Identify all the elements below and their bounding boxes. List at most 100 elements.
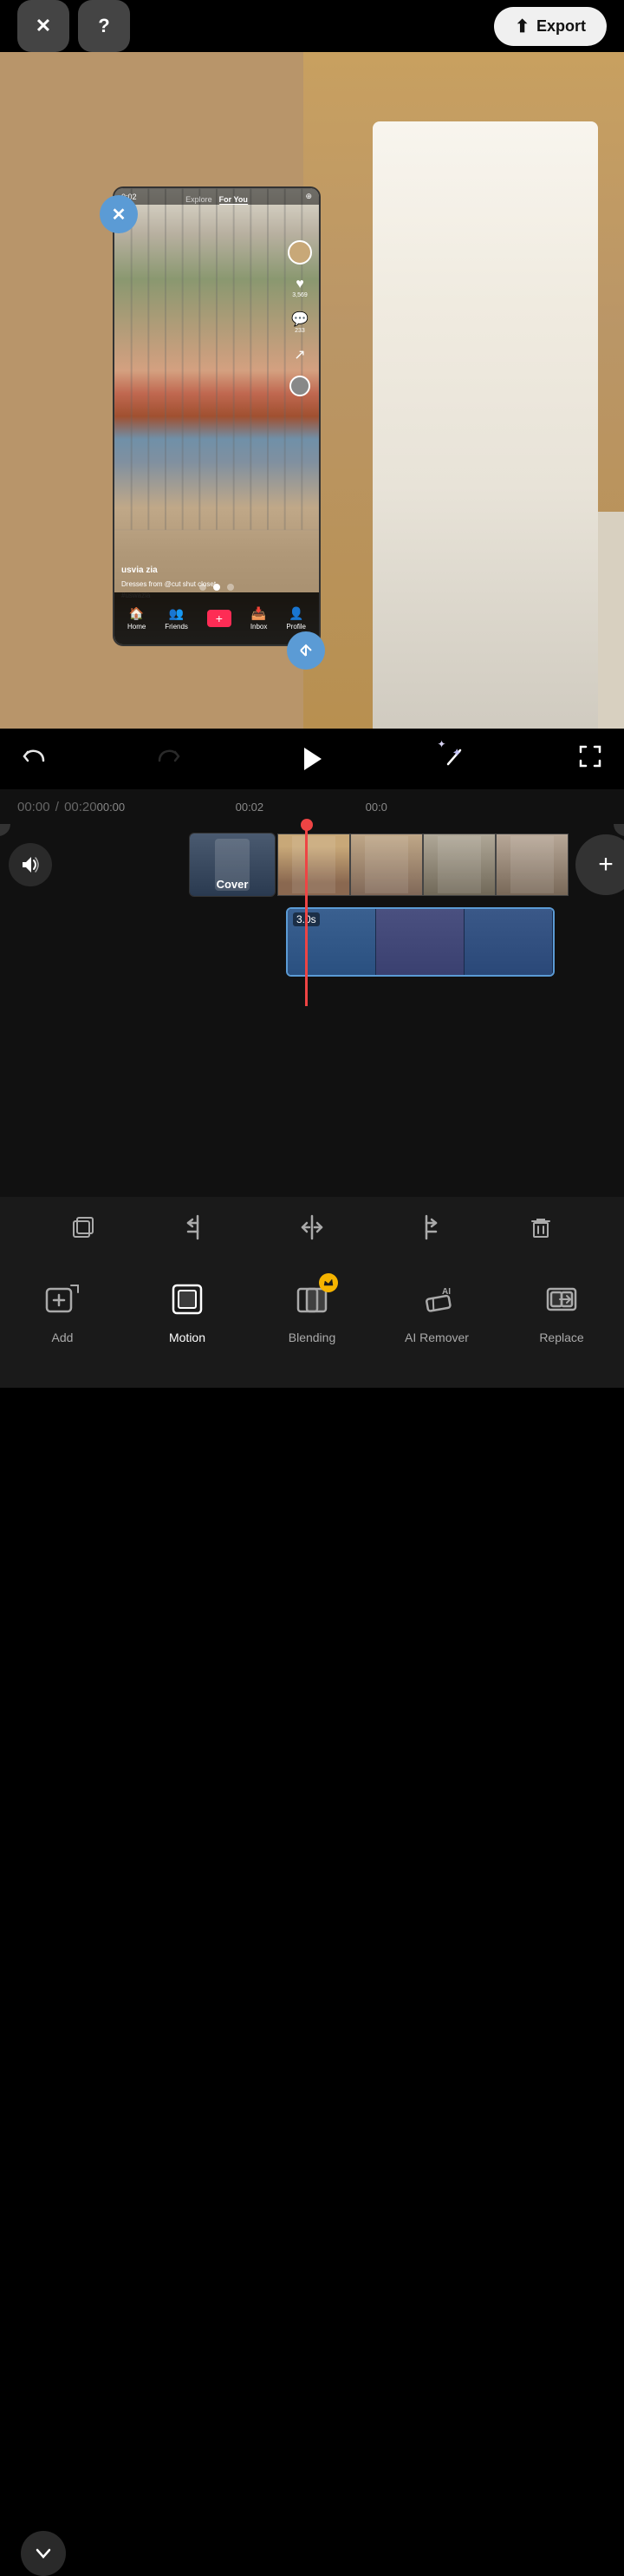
- ruler-mark-1: 00:02: [236, 801, 264, 814]
- timeline-ruler: 00:00 00:02 00:0: [97, 789, 624, 824]
- add-clip-button[interactable]: +: [575, 834, 624, 895]
- close-button[interactable]: ✕: [17, 0, 69, 52]
- ai-remover-nav-icon: AI: [413, 1275, 461, 1324]
- tiktok-top-bar: 0:02 Explore For You ⊕: [114, 188, 319, 205]
- woman-figure: [373, 121, 598, 729]
- fullscreen-button[interactable]: [577, 743, 603, 775]
- clip-person-3: [424, 834, 495, 895]
- redo-button[interactable]: [156, 743, 182, 775]
- tiktok-progress: [114, 584, 319, 591]
- top-left-buttons: ✕ ?: [17, 0, 130, 52]
- collapse-button[interactable]: [21, 2531, 66, 2576]
- ai-remover-nav-label: AI Remover: [405, 1330, 469, 1344]
- total-time: 00:20: [64, 800, 97, 814]
- timeline-header: 00:00 / 00:20 00:00 00:02 00:0: [0, 789, 624, 824]
- add-nav-label: Add: [52, 1330, 74, 1344]
- tiktok-right-actions: ♥ 3,569 💬 233 ↗: [288, 240, 312, 396]
- tiktok-avatar: [288, 240, 312, 265]
- nav-item-motion[interactable]: Motion: [125, 1270, 250, 1344]
- sub-clips: [288, 909, 553, 975]
- export-label: Export: [536, 17, 586, 36]
- empty-area: [0, 997, 624, 1197]
- blending-badge: [319, 1273, 338, 1292]
- tiktok-dot-3: [227, 584, 234, 591]
- resize-handle[interactable]: [287, 631, 325, 670]
- nav-item-ai-remover[interactable]: AI AI Remover: [374, 1270, 499, 1344]
- copy-button[interactable]: [61, 1205, 106, 1250]
- playhead: [305, 824, 308, 1006]
- tiktok-bottom-nav: 🏠 Home 👥 Friends + 📥 Inbox 👤 Profile: [114, 592, 319, 644]
- tiktok-nav-inbox: 📥 Inbox: [250, 606, 268, 631]
- time-separator: /: [55, 800, 59, 814]
- room-background: [303, 52, 624, 729]
- tiktok-share: ↗: [294, 346, 305, 363]
- tiktok-profile-icon: 👤: [289, 606, 303, 621]
- sub-clip-2: [376, 909, 465, 975]
- ruler-mark-2: 00:0: [366, 801, 387, 814]
- blending-nav-label: Blending: [289, 1330, 336, 1344]
- export-button[interactable]: ⬆ Export: [494, 7, 607, 46]
- split-right-button[interactable]: [404, 1205, 449, 1250]
- volume-button[interactable]: [9, 843, 52, 886]
- tiktok-friends-icon: 👥: [169, 606, 184, 621]
- undo-button[interactable]: [21, 743, 47, 775]
- tiktok-comment: 💬 233: [291, 311, 309, 334]
- clip-person-2: [351, 834, 422, 895]
- clips-strip: +: [277, 833, 624, 897]
- tiktok-inbox-icon: 📥: [251, 606, 266, 621]
- tiktok-nav-friends: 👥 Friends: [165, 606, 188, 631]
- tiktok-nav-home: 🏠 Home: [127, 606, 146, 631]
- tiktok-for-you: For You: [219, 195, 248, 205]
- clip-thumb-2[interactable]: [350, 834, 423, 896]
- overlay-close-button[interactable]: ✕: [100, 195, 138, 233]
- replace-nav-label: Replace: [539, 1330, 583, 1344]
- split-left-button[interactable]: [175, 1205, 220, 1250]
- edit-toolbar: [0, 1197, 624, 1258]
- sub-clip-3: [465, 909, 553, 975]
- current-time: 00:00: [17, 800, 50, 814]
- blending-nav-icon: [288, 1275, 336, 1324]
- tiktok-dot-2: [213, 584, 220, 591]
- tiktok-explore: Explore: [185, 195, 212, 205]
- top-bar: ✕ ? ⬆ Export: [0, 0, 624, 52]
- tiktok-add-button[interactable]: +: [207, 610, 231, 627]
- add-clip-icon: +: [598, 850, 614, 879]
- magic-button[interactable]: [443, 743, 469, 775]
- playback-controls: [0, 729, 624, 789]
- add-nav-icon: [38, 1275, 87, 1324]
- cover-clip[interactable]: Cover: [189, 833, 276, 897]
- cover-label: Cover: [217, 878, 249, 891]
- help-button[interactable]: ?: [78, 0, 130, 52]
- clip-thumb-3[interactable]: [423, 834, 496, 896]
- preview-area: 0:02 Explore For You ⊕ ♥ 3,569 💬 233: [0, 52, 624, 729]
- svg-text:AI: AI: [442, 1287, 451, 1297]
- ruler-mark-0: 00:00: [97, 801, 126, 814]
- time-display: 00:00 / 00:20: [17, 800, 97, 814]
- play-button[interactable]: [290, 737, 334, 781]
- tiktok-username: usvia zia: [121, 566, 158, 575]
- nav-item-replace[interactable]: Replace: [499, 1270, 624, 1344]
- nav-item-blending[interactable]: Blending: [250, 1270, 374, 1344]
- motion-nav-label: Motion: [169, 1330, 205, 1344]
- sub-track[interactable]: 3.0s: [286, 907, 555, 977]
- clip-thumb-1[interactable]: [277, 834, 350, 896]
- clip-person-4: [497, 834, 568, 895]
- tiktok-search-bar: Explore For You: [185, 195, 248, 205]
- clip-thumb-4[interactable]: [496, 834, 569, 896]
- tiktok-nav-profile: 👤 Profile: [286, 606, 306, 631]
- track-area: Cover +: [0, 824, 624, 997]
- tiktok-vinyl: [289, 376, 310, 396]
- tiktok-inner: 0:02 Explore For You ⊕ ♥ 3,569 💬 233: [114, 188, 319, 644]
- bottom-nav: Add Motion Blending: [0, 1258, 624, 1388]
- split-button[interactable]: [289, 1205, 335, 1250]
- clip-person-1: [278, 834, 349, 895]
- motion-nav-icon: [163, 1275, 211, 1324]
- tiktok-home-icon: 🏠: [129, 606, 144, 621]
- sub-track-arrow-left[interactable]: ‹: [0, 824, 10, 836]
- tiktok-overlay[interactable]: 0:02 Explore For You ⊕ ♥ 3,569 💬 233: [113, 186, 321, 646]
- delete-button[interactable]: [518, 1205, 563, 1250]
- nav-item-add[interactable]: Add: [0, 1270, 125, 1344]
- tiktok-dot-1: [199, 584, 206, 591]
- export-icon: ⬆: [515, 16, 530, 37]
- replace-nav-icon: [537, 1275, 586, 1324]
